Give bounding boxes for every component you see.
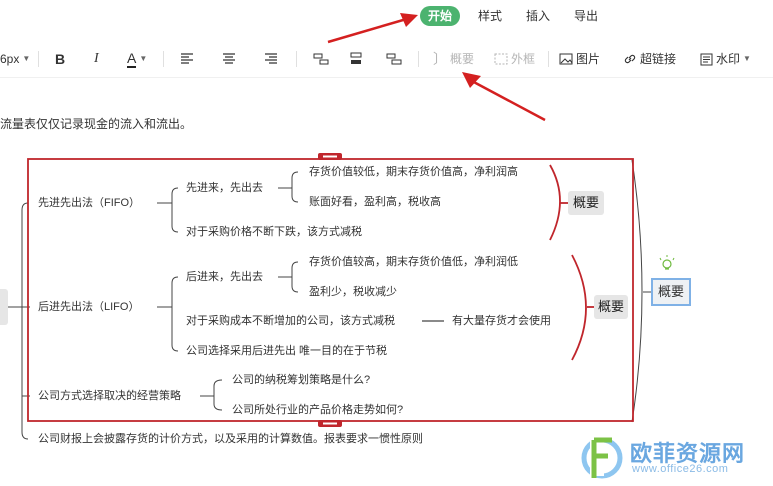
sibling-node-icon bbox=[350, 52, 362, 64]
toolbar-divider bbox=[548, 51, 549, 67]
parent-node-icon bbox=[386, 53, 402, 65]
chevron-down-icon: ▼ bbox=[139, 54, 148, 63]
toolbar-divider bbox=[163, 51, 164, 67]
align-right-icon bbox=[265, 53, 277, 64]
align-right-button[interactable] bbox=[264, 49, 278, 69]
align-left-button[interactable] bbox=[180, 49, 194, 69]
chevron-down-icon: ▼ bbox=[743, 54, 751, 63]
node-lifo-b[interactable]: 对于采购成本不断增加的公司，该方式减税 bbox=[186, 314, 395, 328]
node-lifo-c[interactable]: 公司选择采用后进先出 唯一目的在于节税 bbox=[186, 344, 387, 358]
font-color-button[interactable]: A ▼ bbox=[127, 49, 147, 69]
insert-child-button[interactable] bbox=[313, 49, 329, 69]
image-icon bbox=[559, 53, 573, 65]
frame-icon bbox=[494, 53, 508, 65]
watermark-url: www.office26.com bbox=[632, 463, 729, 475]
menu-bar: 开始 样式 插入 导出 bbox=[0, 0, 773, 32]
font-size-value: 6px bbox=[0, 52, 20, 66]
node-lifo-b1[interactable]: 有大量存货才会使用 bbox=[452, 314, 551, 328]
node-lifo-a[interactable]: 后进来，先出去 bbox=[186, 270, 263, 284]
node-fifo-b[interactable]: 对于采购价格不断下跌，该方式减税 bbox=[186, 225, 362, 239]
image-button[interactable]: 图片 bbox=[559, 49, 600, 69]
align-left-icon bbox=[181, 53, 193, 64]
node-lifo-a1[interactable]: 存货价值较高，期末存货价值低，净利润低 bbox=[309, 255, 518, 269]
bold-button[interactable]: B bbox=[55, 49, 65, 69]
summary-button[interactable]: 〕 概要 bbox=[433, 49, 474, 69]
frame-button[interactable]: 外框 bbox=[494, 49, 535, 69]
tab-export[interactable]: 导出 bbox=[568, 6, 604, 26]
insert-parent-button[interactable] bbox=[386, 49, 402, 69]
child-node-icon bbox=[313, 53, 329, 65]
hyperlink-button[interactable]: 超链接 bbox=[623, 49, 676, 69]
node-fifo[interactable]: 先进先出法（FIFO） bbox=[38, 196, 140, 210]
align-center-button[interactable] bbox=[222, 49, 236, 69]
image-label: 图片 bbox=[576, 52, 601, 66]
link-icon bbox=[624, 54, 636, 64]
summary-node-lifo[interactable]: 概要 bbox=[594, 295, 628, 319]
node-report[interactable]: 公司财报上会披露存货的计价方式，以及采用的计算数值。报表要求一惯性原则 bbox=[38, 432, 423, 446]
node-lifo[interactable]: 后进先出法（LIFO） bbox=[38, 300, 139, 314]
frame-label: 外框 bbox=[511, 52, 536, 66]
toolbar-divider bbox=[38, 51, 39, 67]
insert-sibling-button[interactable] bbox=[348, 49, 364, 69]
hyperlink-label: 超链接 bbox=[640, 52, 677, 66]
watermark-button[interactable]: 水印 ▼ bbox=[700, 49, 751, 69]
font-size-select[interactable]: 6px ▼ bbox=[0, 49, 30, 69]
summary-node-fifo[interactable]: 概要 bbox=[568, 191, 604, 215]
node-strategy-b[interactable]: 公司所处行业的产品价格走势如何? bbox=[232, 403, 403, 417]
toolbar-divider bbox=[296, 51, 297, 67]
node-fifo-a1[interactable]: 存货价值较低，期末存货价值高，净利润高 bbox=[309, 165, 518, 179]
node-strategy-a[interactable]: 公司的纳税筹划策略是什么? bbox=[232, 373, 370, 387]
font-color-icon: A bbox=[127, 50, 137, 68]
tab-style[interactable]: 样式 bbox=[472, 6, 508, 26]
node-fifo-a2[interactable]: 账面好看，盈利高，税收高 bbox=[309, 195, 441, 209]
note-text: 流量表仅仅记录现金的流入和流出。 bbox=[0, 117, 193, 131]
summary-node-selected[interactable]: 概要 bbox=[651, 278, 691, 306]
node-lifo-a2[interactable]: 盈利少，税收减少 bbox=[309, 285, 397, 299]
align-center-icon bbox=[223, 53, 235, 64]
chevron-down-icon: ▼ bbox=[22, 54, 31, 63]
watermark-icon bbox=[700, 53, 713, 65]
summary-brace-icon: 〕 bbox=[433, 51, 447, 67]
tab-insert[interactable]: 插入 bbox=[520, 6, 556, 26]
toolbar-divider bbox=[418, 51, 419, 67]
summary-label: 概要 bbox=[450, 52, 475, 66]
watermark-label: 水印 bbox=[716, 52, 741, 66]
toolbar: 6px ▼ B I A ▼ 〕 概要 外框 图片 超链接 水印 ▼ bbox=[0, 40, 773, 78]
tab-start[interactable]: 开始 bbox=[420, 6, 461, 26]
node-strategy[interactable]: 公司方式选择取决的经营策略 bbox=[38, 389, 181, 403]
italic-button[interactable]: I bbox=[94, 49, 99, 69]
node-fifo-a[interactable]: 先进来，先出去 bbox=[186, 181, 263, 195]
